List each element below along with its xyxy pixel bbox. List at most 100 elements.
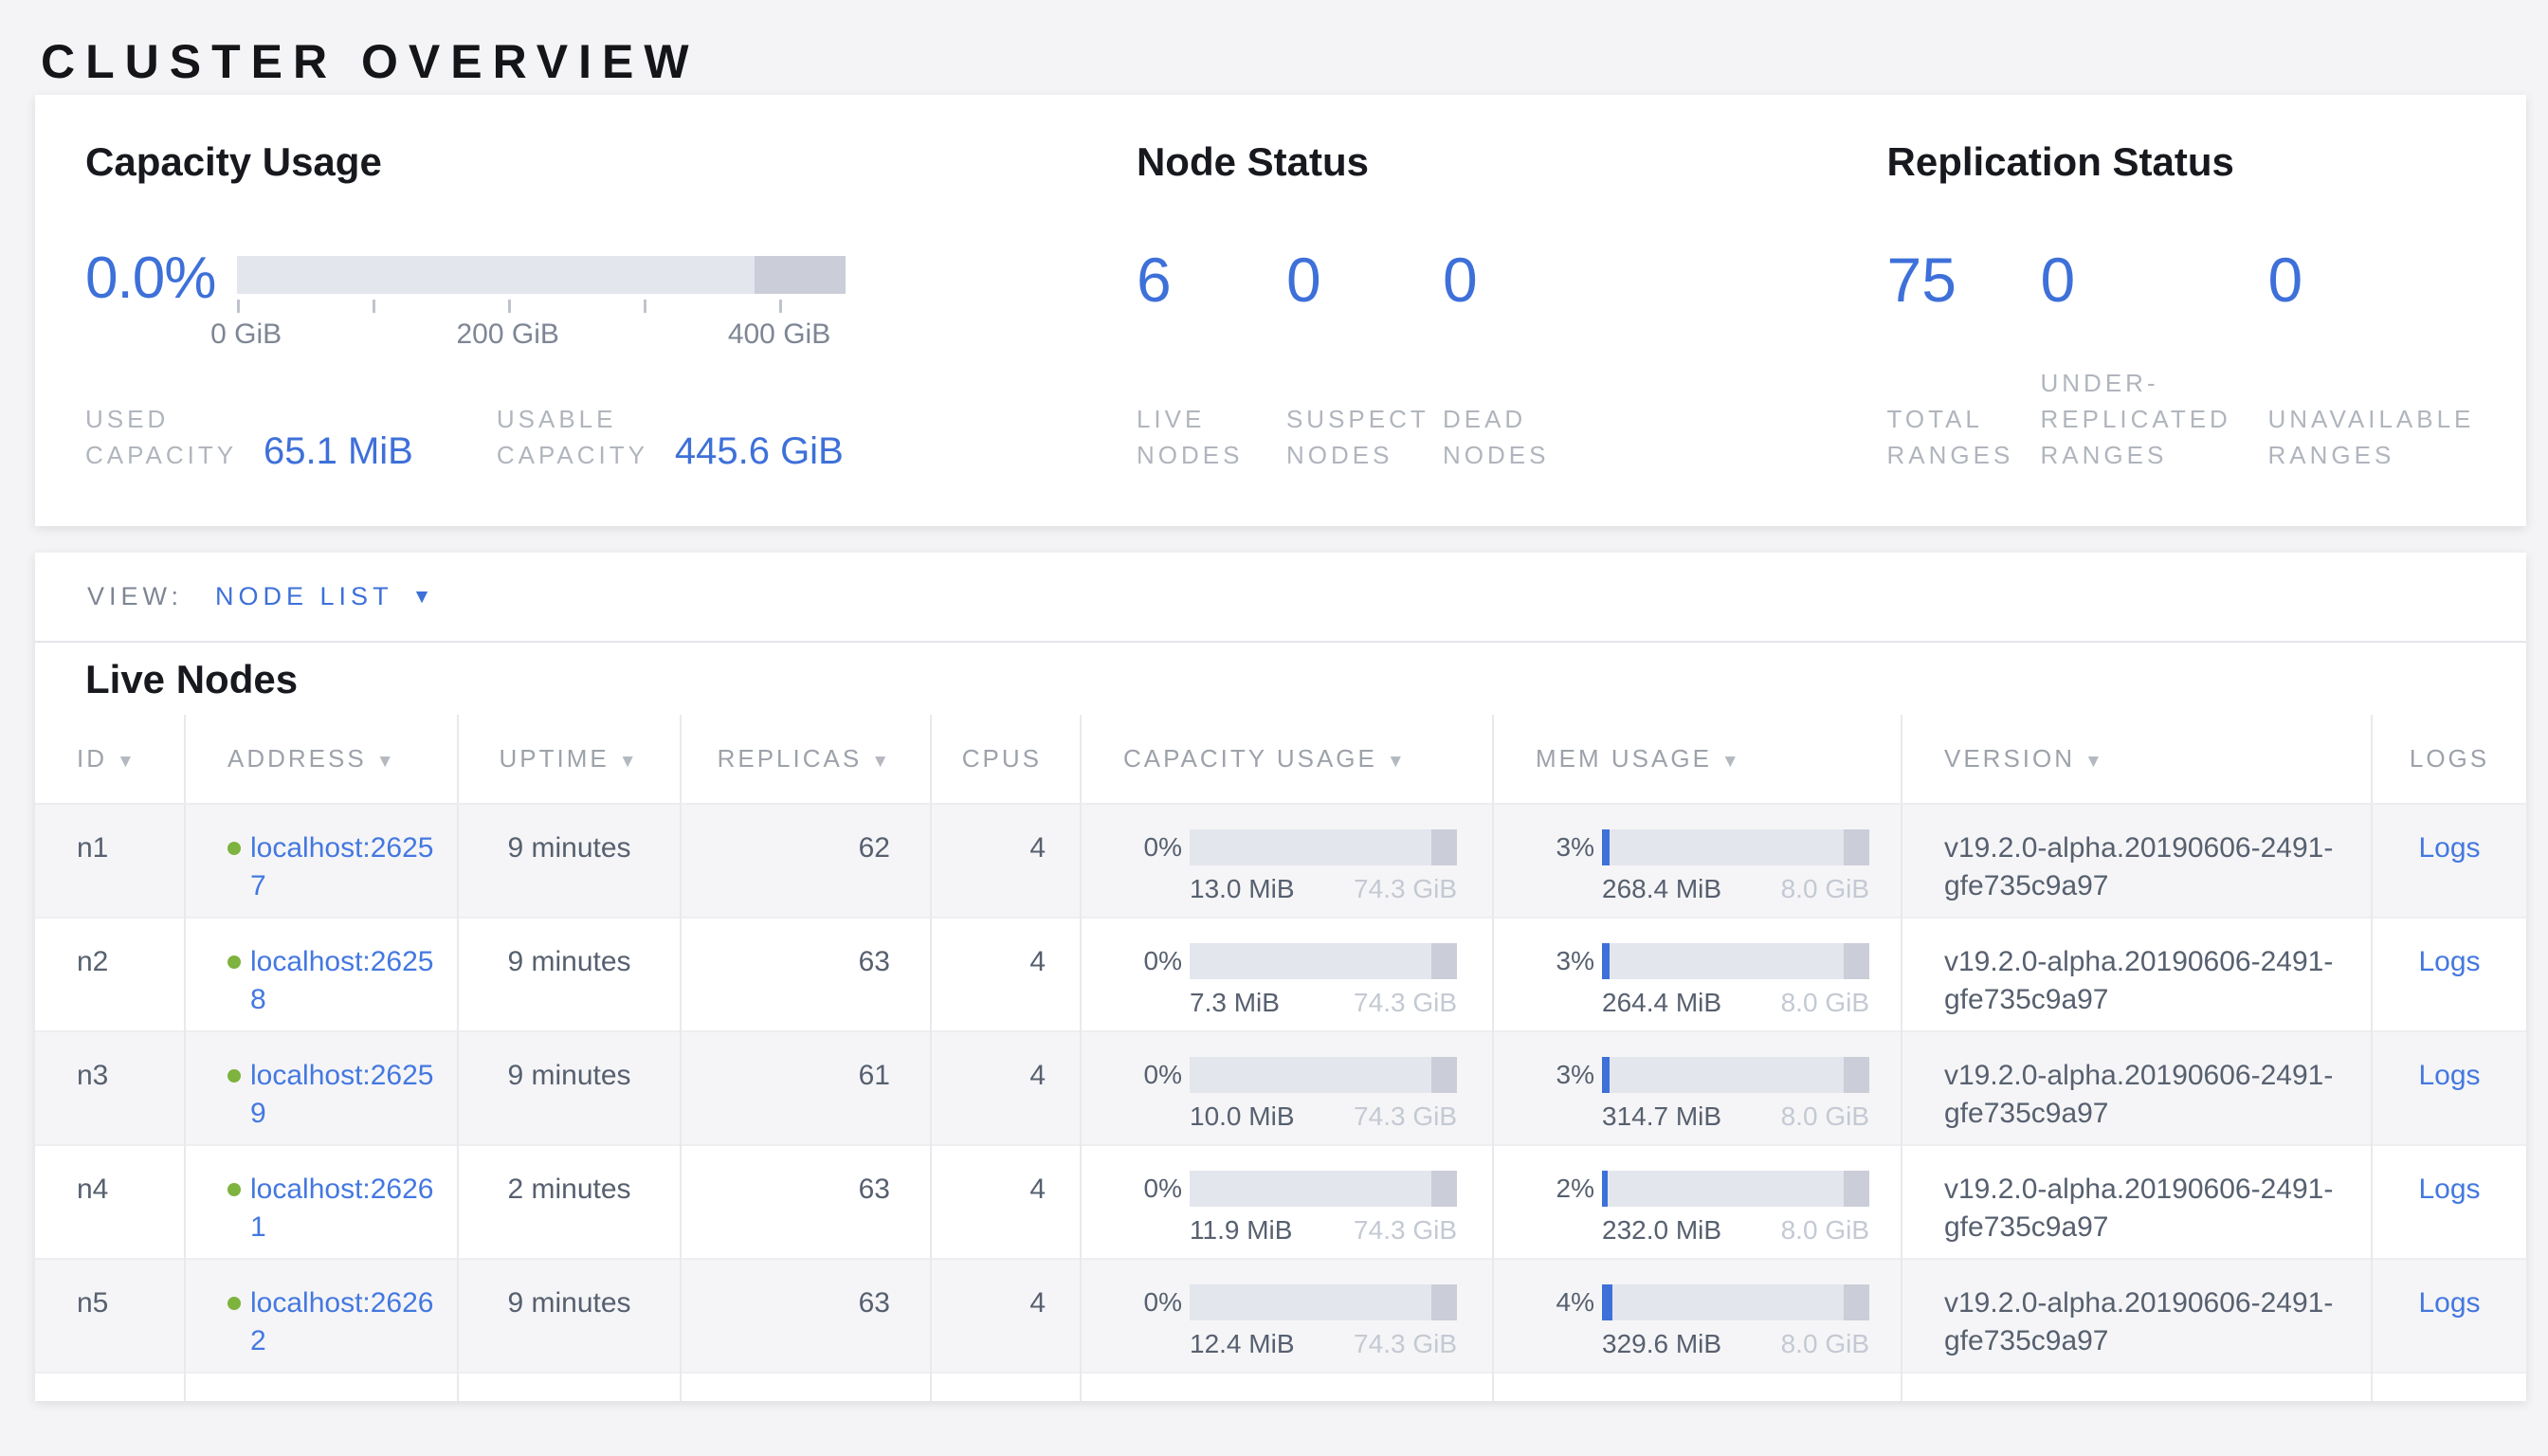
used-capacity-value: 65.1 MiB xyxy=(264,429,413,473)
column-header-version[interactable]: VERSION▼ xyxy=(1902,715,2372,804)
column-header-uptime[interactable]: UPTIME▼ xyxy=(458,715,681,804)
sort-desc-icon: ▼ xyxy=(2084,752,2105,772)
used-capacity-stat: USED CAPACITY 65.1 MiB xyxy=(85,401,413,473)
live-nodes-section: Live Nodes ID▼ ADDRESS▼ UPTIME▼ REPLICAS… xyxy=(35,643,2526,1401)
sort-desc-icon: ▼ xyxy=(871,752,892,772)
live-nodes-label: LIVE NODES xyxy=(1137,401,1269,473)
node-live-icon xyxy=(228,842,241,855)
capacity-bar-chart: 0 GiB 200 GiB 400 GiB xyxy=(237,256,846,356)
node-address-link[interactable]: localhost:26262 xyxy=(250,1284,436,1360)
column-header-mem-usage[interactable]: MEM USAGE▼ xyxy=(1493,715,1902,804)
view-label: VIEW: xyxy=(87,582,183,611)
used-capacity-label: USED CAPACITY xyxy=(85,401,254,473)
node-version: v19.2.0-alpha.20190606-2491-gfe735c9a97 xyxy=(1944,1171,2357,1247)
table-row: n5 localhost:26262 9 minutes 63 4 0% 12.… xyxy=(35,1259,2526,1373)
mem-usage-bar xyxy=(1602,943,1869,979)
sort-desc-icon: ▼ xyxy=(117,752,137,772)
node-status-section: Node Status 6 0 0 LIVE NODES SUSPECT NOD… xyxy=(1137,140,1887,473)
usable-capacity-label: USABLE CAPACITY xyxy=(497,401,665,473)
capacity-usage-bar xyxy=(1190,943,1457,979)
capacity-usage-bar xyxy=(1190,1284,1457,1320)
node-live-icon xyxy=(228,1297,241,1310)
replication-values: 75 0 0 xyxy=(1887,243,2527,356)
unavailable-ranges-label: UNAVAILABLE RANGES xyxy=(2268,401,2522,473)
view-mode-dropdown[interactable]: NODE LIST ▼ xyxy=(215,582,431,611)
column-header-logs: LOGS xyxy=(2372,715,2526,804)
node-id: n2 xyxy=(35,918,185,1031)
node-list-card: VIEW: NODE LIST ▼ Live Nodes ID▼ ADDRESS… xyxy=(35,553,2526,1401)
mem-usage-bar xyxy=(1602,1057,1869,1093)
node-uptime: 2 minutes xyxy=(458,1145,681,1259)
node-address-link[interactable]: localhost:26257 xyxy=(250,829,436,905)
node-capacity-usage: 0% 12.4 MiB74.3 GiB xyxy=(1081,1259,1493,1373)
column-header-capacity-usage[interactable]: CAPACITY USAGE▼ xyxy=(1081,715,1493,804)
sort-desc-icon: ▼ xyxy=(1387,752,1408,772)
node-status-labels: LIVE NODES SUSPECT NODES DEAD NODES xyxy=(1137,365,1887,473)
total-ranges-label: TOTAL RANGES xyxy=(1887,401,2031,473)
node-uptime: 9 minutes xyxy=(458,804,681,918)
under-replicated-ranges-count: 0 xyxy=(2041,243,2268,356)
mem-usage-bar xyxy=(1602,1284,1869,1320)
dead-nodes-count: 0 xyxy=(1443,243,1478,356)
view-bar: VIEW: NODE LIST ▼ xyxy=(35,553,2526,643)
replication-status-heading: Replication Status xyxy=(1887,140,2527,184)
node-mem-usage: 3% 264.4 MiB8.0 GiB xyxy=(1493,918,1902,1031)
node-version: v19.2.0-alpha.20190606-2491-gfe735c9a97 xyxy=(1944,1284,2357,1360)
node-uptime: 9 minutes xyxy=(458,1031,681,1145)
suspect-nodes-label: SUSPECT NODES xyxy=(1286,401,1430,473)
logs-link[interactable]: Logs xyxy=(2418,946,2480,977)
mem-usage-bar xyxy=(1602,1171,1869,1207)
capacity-stats-row: USED CAPACITY 65.1 MiB USABLE CAPACITY 4… xyxy=(85,365,1137,473)
node-id: n1 xyxy=(35,804,185,918)
node-capacity-usage: 0% 7.3 MiB74.3 GiB xyxy=(1081,918,1493,1031)
dropdown-caret-icon: ▼ xyxy=(412,586,432,609)
logs-link[interactable]: Logs xyxy=(2418,1287,2480,1319)
summary-card: Capacity Usage 0.0% 0 GiB xyxy=(35,95,2526,526)
logs-link[interactable]: Logs xyxy=(2418,832,2480,864)
node-replicas: 63 xyxy=(681,1145,931,1259)
column-header-id[interactable]: ID▼ xyxy=(35,715,185,804)
node-cpus: 4 xyxy=(931,804,1081,918)
column-header-replicas[interactable]: REPLICAS▼ xyxy=(681,715,931,804)
table-row: n4 localhost:26261 2 minutes 63 4 0% 11.… xyxy=(35,1145,2526,1259)
node-status-values: 6 0 0 xyxy=(1137,243,1887,356)
unavailable-ranges-count: 0 xyxy=(2268,243,2303,356)
table-row: n3 localhost:26259 9 minutes 61 4 0% 10.… xyxy=(35,1031,2526,1145)
mem-usage-bar xyxy=(1602,829,1869,865)
node-mem-usage: 3% 314.7 MiB8.0 GiB xyxy=(1493,1031,1902,1145)
sort-desc-icon: ▼ xyxy=(1721,752,1742,772)
capacity-usage-bar xyxy=(1190,1057,1457,1093)
total-ranges-count: 75 xyxy=(1887,243,2041,356)
node-id: n3 xyxy=(35,1031,185,1145)
replication-labels: TOTAL RANGES UNDER-REPLICATED RANGES UNA… xyxy=(1887,365,2527,473)
dead-nodes-label: DEAD NODES xyxy=(1443,401,1575,473)
axis-label-400gib: 400 GiB xyxy=(728,318,830,351)
sort-desc-icon: ▼ xyxy=(376,752,397,772)
node-address-link[interactable]: localhost:26261 xyxy=(250,1171,436,1247)
under-replicated-ranges-label: UNDER-REPLICATED RANGES xyxy=(2041,365,2261,473)
node-address-link[interactable]: localhost:26259 xyxy=(250,1057,436,1133)
capacity-axis-labels: 0 GiB 200 GiB 400 GiB xyxy=(237,318,846,351)
capacity-bar-dark-segment xyxy=(755,256,846,294)
view-mode-selected: NODE LIST xyxy=(215,582,393,611)
table-header-row: ID▼ ADDRESS▼ UPTIME▼ REPLICAS▼ CPUS CAPA… xyxy=(35,715,2526,804)
logs-link[interactable]: Logs xyxy=(2418,1174,2480,1205)
node-mem-usage: 2% 232.0 MiB8.0 GiB xyxy=(1493,1145,1902,1259)
node-address-link[interactable]: localhost:26258 xyxy=(250,943,436,1019)
capacity-axis-ticks xyxy=(237,300,846,315)
node-version: v19.2.0-alpha.20190606-2491-gfe735c9a97 xyxy=(1944,943,2357,1019)
column-header-address[interactable]: ADDRESS▼ xyxy=(185,715,458,804)
node-uptime: 9 minutes xyxy=(458,918,681,1031)
logs-link[interactable]: Logs xyxy=(2418,1060,2480,1091)
table-row-partial xyxy=(35,1373,2526,1401)
node-capacity-usage: 0% 13.0 MiB74.3 GiB xyxy=(1081,804,1493,918)
node-capacity-usage: 0% 10.0 MiB74.3 GiB xyxy=(1081,1031,1493,1145)
node-replicas: 63 xyxy=(681,1259,931,1373)
capacity-usage-bar xyxy=(1190,829,1457,865)
replication-status-section: Replication Status 75 0 0 TOTAL RANGES U… xyxy=(1887,140,2527,473)
node-uptime: 9 minutes xyxy=(458,1259,681,1373)
capacity-usage-heading: Capacity Usage xyxy=(85,140,1137,184)
capacity-usage-bar xyxy=(1190,1171,1457,1207)
column-header-cpus[interactable]: CPUS xyxy=(931,715,1081,804)
node-id: n4 xyxy=(35,1145,185,1259)
